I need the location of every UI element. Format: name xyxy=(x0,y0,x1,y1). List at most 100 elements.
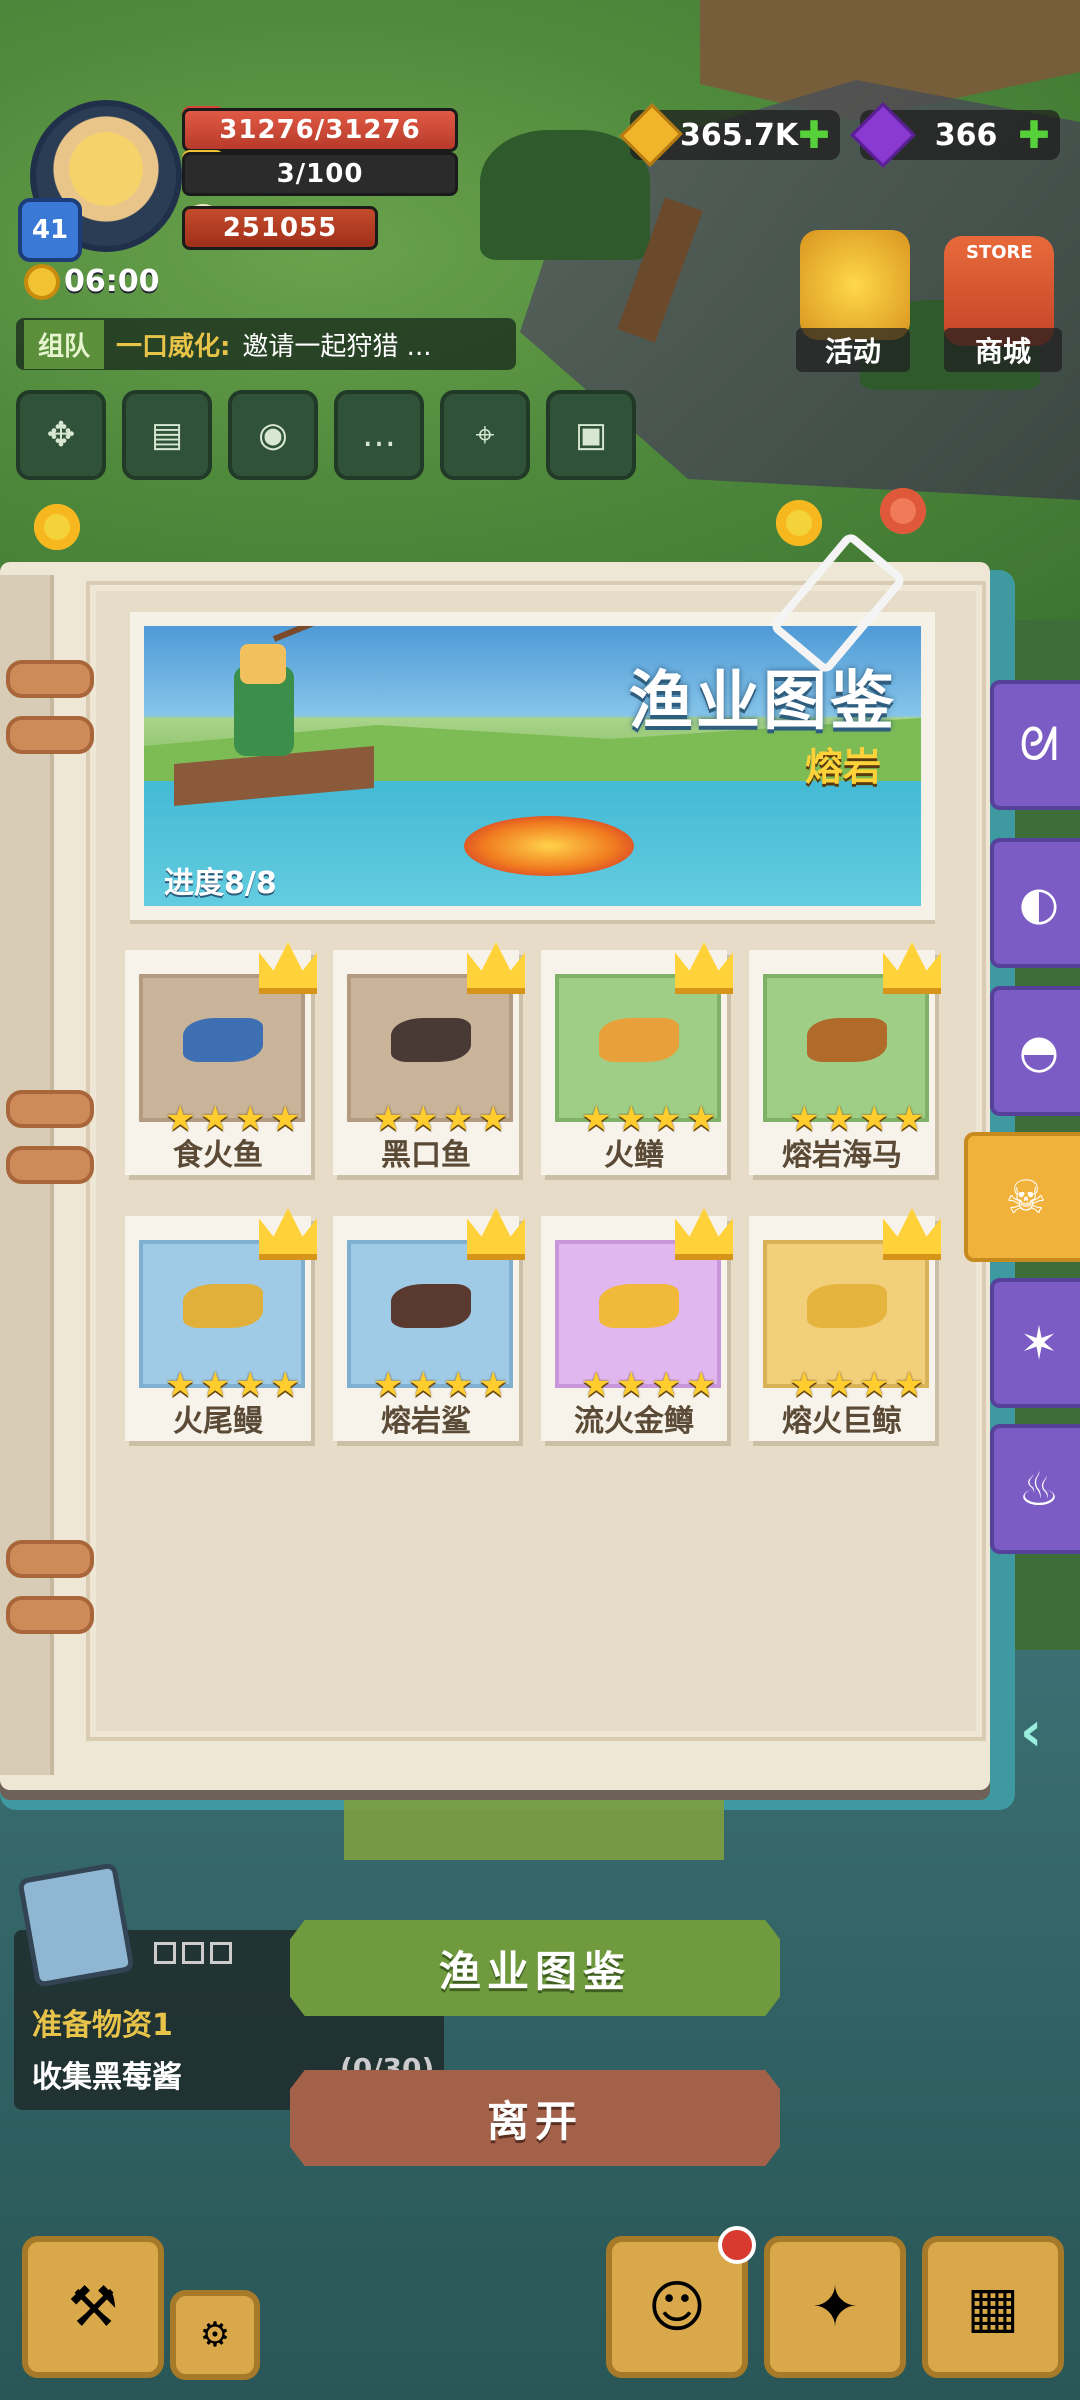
crown-icon xyxy=(883,942,941,994)
binder-ring xyxy=(6,1596,94,1634)
crown-icon xyxy=(675,1208,733,1260)
clipboard-icon[interactable]: ▣ xyxy=(546,390,636,480)
banner-fisher-head xyxy=(240,644,286,684)
fish-portrait-frame: ★ ★ ★ ★ xyxy=(763,974,929,1136)
quest-title: 准备物资1 xyxy=(32,2008,173,2043)
chat-message: 邀请一起狩猎 ... xyxy=(242,331,432,362)
expand-arrow-icon[interactable]: ‹ xyxy=(1020,1700,1080,1763)
binder-ring xyxy=(6,1540,94,1578)
scallop-icon[interactable]: ◓ xyxy=(990,986,1080,1116)
add-gold-icon[interactable]: ✚ xyxy=(798,113,830,157)
fish-portrait-frame: ★ ★ ★ ★ xyxy=(555,974,721,1136)
fish-art xyxy=(599,1284,679,1328)
binder-ring xyxy=(6,716,94,754)
fishing-guide-button[interactable]: 渔业图鉴 xyxy=(290,1920,780,2016)
chat-bar[interactable]: 组队 一口威化: 邀请一起狩猎 ... xyxy=(16,318,516,370)
shop-label[interactable]: 商城 xyxy=(944,328,1062,372)
fish-portrait-frame: ★ ★ ★ ★ xyxy=(347,974,513,1136)
chat-icon[interactable]: … xyxy=(334,390,424,480)
octopus-icon[interactable]: ☠ xyxy=(964,1132,1080,1262)
banner-subtitle: 熔岩 xyxy=(804,745,881,789)
fish-portrait-frame: ★ ★ ★ ★ xyxy=(763,1240,929,1402)
crown-icon xyxy=(467,1208,525,1260)
notification-dot xyxy=(718,2226,756,2264)
clock-time: 06:00 xyxy=(64,264,160,299)
fish-name: 火鳝 xyxy=(604,1138,664,1173)
hidden-menu-button xyxy=(344,1800,724,1860)
shell-icon[interactable]: ◐ xyxy=(990,838,1080,968)
fish-portrait-frame: ★ ★ ★ ★ xyxy=(555,1240,721,1402)
gem-value: 366 xyxy=(934,117,998,153)
yellow-flower xyxy=(776,500,822,546)
fish-portrait-frame: ★ ★ ★ ★ xyxy=(347,1240,513,1402)
fish-card[interactable]: ★ ★ ★ ★ 食火鱼 xyxy=(125,942,317,1175)
crown-icon xyxy=(259,1208,317,1260)
fish-card[interactable]: ★ ★ ★ ★ 熔岩海马 xyxy=(749,942,941,1175)
quest-description: 收集黑莓酱 xyxy=(32,2060,182,2095)
fish-name: 熔火巨鲸 xyxy=(782,1404,902,1439)
fish-card[interactable]: ★ ★ ★ ★ 熔火巨鲸 xyxy=(749,1208,941,1441)
map-chat-icon[interactable]: ▤ xyxy=(122,390,212,480)
fish-portrait-frame: ★ ★ ★ ★ xyxy=(139,974,305,1136)
starfish-icon[interactable]: ✶ xyxy=(990,1278,1080,1408)
fish-card[interactable]: ★ ★ ★ ★ 熔岩鲨 xyxy=(333,1208,525,1441)
event-icon[interactable] xyxy=(800,230,910,340)
banner-title: 渔业图鉴 xyxy=(629,665,897,739)
fish-art xyxy=(391,1018,471,1062)
fish-art xyxy=(183,1284,263,1328)
chat-speaker: 一口威化: xyxy=(116,331,231,362)
crown-icon xyxy=(675,942,733,994)
power-bar: 251055 xyxy=(182,206,378,250)
energy-bar: 3/100 xyxy=(182,152,458,196)
grid-icon[interactable]: ✥ xyxy=(16,390,106,480)
backpack-icon[interactable]: ▦ xyxy=(922,2236,1064,2378)
fish-art xyxy=(807,1284,887,1328)
map-icon[interactable]: ⌖ xyxy=(440,390,530,480)
collection-progress: 进度8/8 xyxy=(164,866,277,901)
pet-icon[interactable]: ◉ xyxy=(228,390,318,480)
fish-name: 火尾鳗 xyxy=(173,1404,263,1439)
event-label[interactable]: 活动 xyxy=(796,328,910,372)
fish-art xyxy=(183,1018,263,1062)
sun-icon xyxy=(28,267,56,296)
game-clock: 06:00 xyxy=(28,264,160,299)
fish-icon[interactable]: ᘛ xyxy=(990,680,1080,810)
chat-channel-tag: 组队 xyxy=(24,319,105,369)
fish-card[interactable]: ★ ★ ★ ★ 流火金鳟 xyxy=(541,1208,733,1441)
gold-counter[interactable]: 365.7K ✚ xyxy=(619,103,840,167)
leave-button[interactable]: 离开 xyxy=(290,2070,780,2166)
crown-icon xyxy=(259,942,317,994)
red-flower xyxy=(880,488,926,534)
crown-icon xyxy=(467,942,525,994)
fish-card[interactable]: ★ ★ ★ ★ 黑口鱼 xyxy=(333,942,525,1175)
fish-card[interactable]: ★ ★ ★ ★ 火鳝 xyxy=(541,942,733,1175)
fish-name: 食火鱼 xyxy=(173,1138,263,1173)
yellow-flower xyxy=(34,504,80,550)
fish-art xyxy=(391,1284,471,1328)
lava-pool xyxy=(464,816,634,876)
level-badge: 41 xyxy=(18,198,82,262)
fish-name: 黑口鱼 xyxy=(381,1138,471,1173)
fish-art xyxy=(599,1018,679,1062)
add-gem-icon[interactable]: ✚ xyxy=(1018,113,1050,157)
fish-portrait-frame: ★ ★ ★ ★ xyxy=(139,1240,305,1402)
binder-ring xyxy=(6,1146,94,1184)
quick-action-row: ✥ ▤ ◉ … ⌖ ▣ xyxy=(16,390,636,480)
fish-name: 熔岩鲨 xyxy=(381,1404,471,1439)
binder-ring xyxy=(6,1090,94,1128)
flame-icon[interactable]: ♨ xyxy=(990,1424,1080,1554)
fish-art xyxy=(807,1018,887,1062)
fish-card[interactable]: ★ ★ ★ ★ 火尾鳗 xyxy=(125,1208,317,1441)
hp-bar: 31276/31276 xyxy=(182,108,458,152)
gold-value: 365.7K xyxy=(680,117,799,153)
quest-page-dots xyxy=(154,1942,232,1964)
settings-icon[interactable]: ⚙ xyxy=(170,2290,260,2380)
pets-icon[interactable]: ✦ xyxy=(764,2236,906,2378)
banner-image: 渔业图鉴 熔岩 进度8/8 xyxy=(144,626,921,906)
gem-counter[interactable]: 366 ✚ xyxy=(850,102,1060,168)
shop-sign: STORE xyxy=(966,242,1033,263)
fish-name: 流火金鳟 xyxy=(574,1404,694,1439)
binder-ring xyxy=(6,660,94,698)
hammer-icon[interactable]: ⚒ xyxy=(22,2236,164,2378)
quest-scroll-icon xyxy=(17,1862,135,1988)
